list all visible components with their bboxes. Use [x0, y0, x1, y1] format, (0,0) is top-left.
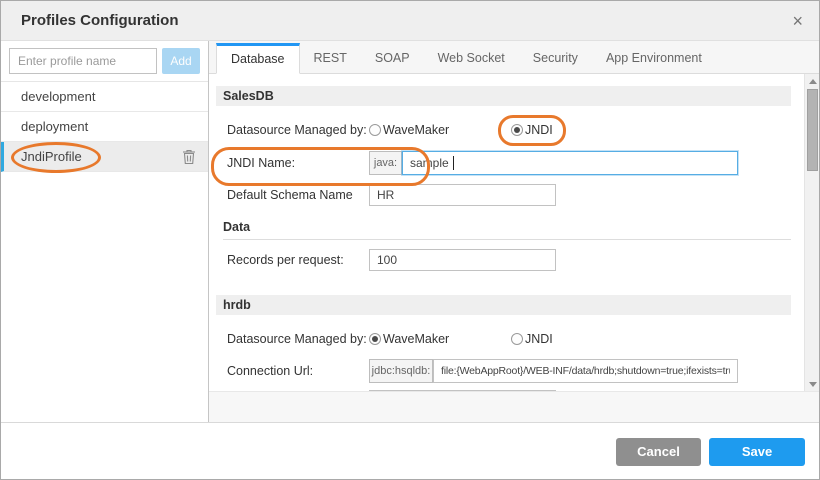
- default-schema-label: Default Schema Name: [227, 188, 369, 202]
- panel-bottom-strip: [209, 391, 819, 422]
- scrollbar-thumb[interactable]: [807, 89, 818, 171]
- profiles-sidebar: Add development deployment JndiProfile: [1, 41, 209, 422]
- tab-app-environment[interactable]: App Environment: [592, 43, 716, 73]
- tab-database[interactable]: Database: [216, 43, 300, 74]
- jndi-name-row: JNDI Name: java:: [227, 151, 791, 175]
- profile-item-jndiprofile[interactable]: JndiProfile: [1, 142, 208, 172]
- connection-prefix-box: jdbc:hsqldb:: [369, 359, 433, 383]
- profile-label: JndiProfile: [21, 149, 82, 164]
- radio-wavemaker-unchecked[interactable]: [369, 124, 381, 136]
- salesdb-managed-by-row: Datasource Managed by: WaveMaker JNDI: [227, 123, 791, 137]
- scroll-up-icon[interactable]: [805, 74, 819, 88]
- jndi-prefix-box: java:: [369, 151, 402, 175]
- config-tabbar: Database REST SOAP Web Socket Security A…: [209, 41, 819, 74]
- delete-profile-icon[interactable]: [182, 149, 196, 165]
- dialog-header: Profiles Configuration ×: [1, 1, 819, 41]
- records-per-request-input[interactable]: [369, 249, 556, 271]
- radio-label-jndi: JNDI: [525, 332, 553, 346]
- add-profile-row: Add: [1, 41, 208, 82]
- partial-input[interactable]: [369, 390, 556, 391]
- managed-by-label: Datasource Managed by:: [227, 332, 369, 346]
- dialog-title: Profiles Configuration: [21, 12, 179, 29]
- partial-next-row: [227, 390, 791, 391]
- radio-jndi-checked[interactable]: [511, 124, 523, 136]
- section-header-data: Data: [223, 220, 791, 240]
- connection-url-label: Connection Url:: [227, 364, 369, 378]
- radio-label-jndi: JNDI: [525, 123, 553, 137]
- tab-soap[interactable]: SOAP: [361, 43, 424, 73]
- add-profile-button[interactable]: Add: [162, 48, 200, 74]
- default-schema-input[interactable]: [369, 184, 556, 206]
- tab-rest[interactable]: REST: [300, 43, 361, 73]
- radio-wavemaker-checked[interactable]: [369, 333, 381, 345]
- records-per-request-row: Records per request:: [227, 249, 791, 271]
- managed-by-label: Datasource Managed by:: [227, 123, 369, 137]
- close-icon[interactable]: ×: [792, 12, 803, 30]
- database-tab-panel: SalesDB Datasource Managed by: WaveMaker…: [209, 74, 819, 391]
- radio-label-wavemaker: WaveMaker: [383, 332, 449, 346]
- jndi-name-label: JNDI Name:: [227, 156, 369, 170]
- tab-security[interactable]: Security: [519, 43, 592, 73]
- profile-label: development: [21, 89, 95, 104]
- section-header-hrdb: hrdb: [216, 295, 791, 315]
- cancel-button[interactable]: Cancel: [616, 438, 701, 466]
- scroll-down-icon[interactable]: [805, 377, 819, 391]
- connection-url-row: Connection Url: jdbc:hsqldb:: [227, 359, 791, 383]
- tab-web-socket[interactable]: Web Socket: [424, 43, 519, 73]
- default-schema-row: Default Schema Name: [227, 184, 791, 206]
- hrdb-managed-by-row: Datasource Managed by: WaveMaker JNDI: [227, 332, 791, 346]
- radio-label-wavemaker: WaveMaker: [383, 123, 449, 137]
- text-cursor: [453, 156, 454, 170]
- profile-label: deployment: [21, 119, 88, 134]
- section-header-salesdb: SalesDB: [216, 86, 791, 106]
- profiles-configuration-dialog: Profiles Configuration × Add development…: [0, 0, 820, 480]
- profile-name-input[interactable]: [9, 48, 157, 74]
- profile-item-deployment[interactable]: deployment: [1, 112, 208, 142]
- records-per-request-label: Records per request:: [227, 253, 369, 267]
- vertical-scrollbar[interactable]: [804, 74, 819, 391]
- connection-url-input[interactable]: [433, 359, 738, 383]
- profile-item-development[interactable]: development: [1, 82, 208, 112]
- dialog-footer: Cancel Save: [1, 422, 819, 480]
- radio-jndi-unchecked[interactable]: [511, 333, 523, 345]
- save-button[interactable]: Save: [709, 438, 805, 466]
